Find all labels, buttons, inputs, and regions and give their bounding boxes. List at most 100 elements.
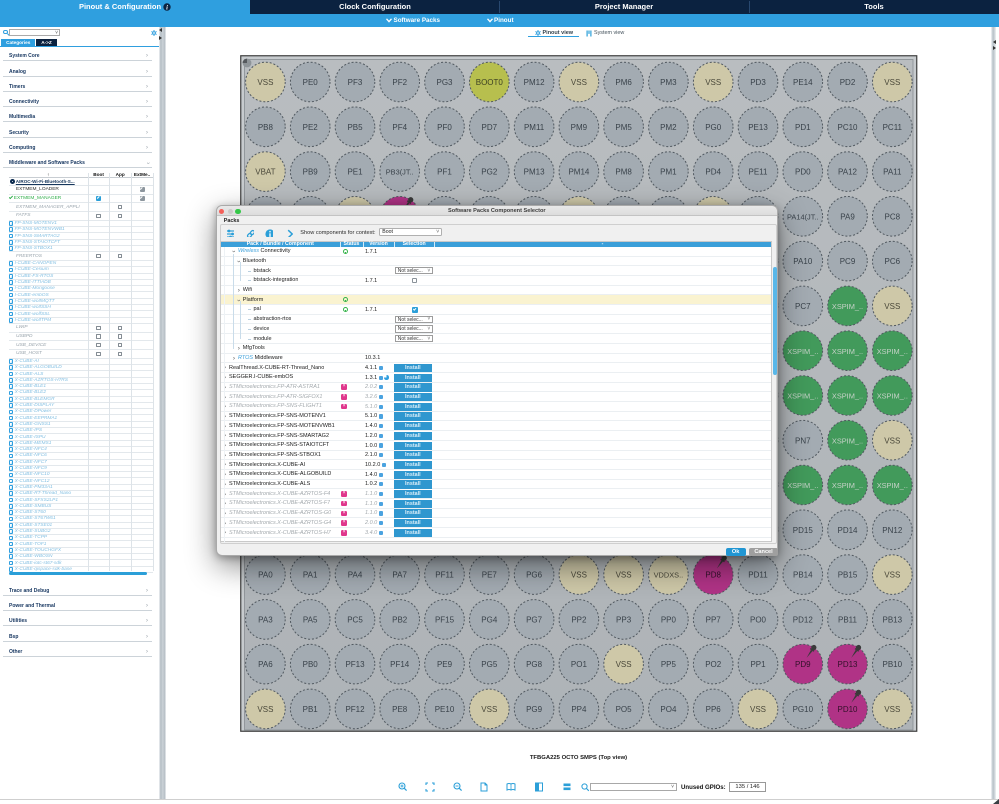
- svg-text:PE14: PE14: [793, 78, 813, 87]
- svg-text:XSPIM_..: XSPIM_..: [832, 392, 863, 401]
- svg-text:PP0: PP0: [661, 616, 677, 625]
- svg-text:XSPIM_..: XSPIM_..: [787, 347, 818, 356]
- svg-text:PF1: PF1: [437, 168, 452, 177]
- svg-text:XSPIM_..: XSPIM_..: [832, 436, 863, 445]
- svg-text:XSPIM_..: XSPIM_..: [787, 392, 818, 401]
- svg-text:PC7: PC7: [795, 302, 811, 311]
- svg-text:PA0: PA0: [258, 571, 273, 580]
- svg-text:PM3: PM3: [660, 78, 677, 87]
- svg-text:PG5: PG5: [481, 660, 498, 669]
- svg-text:PB11: PB11: [838, 616, 858, 625]
- svg-text:PP5: PP5: [661, 660, 677, 669]
- svg-text:PD8: PD8: [705, 571, 721, 580]
- svg-text:VSS: VSS: [884, 571, 900, 580]
- svg-text:PA10: PA10: [793, 257, 813, 266]
- svg-text:PO4: PO4: [660, 705, 677, 714]
- svg-text:PC10: PC10: [837, 123, 858, 132]
- svg-text:PA1: PA1: [303, 571, 318, 580]
- svg-text:PG4: PG4: [481, 616, 498, 625]
- svg-text:PD12: PD12: [793, 616, 814, 625]
- svg-text:PM14: PM14: [568, 168, 589, 177]
- svg-text:PC11: PC11: [883, 123, 903, 132]
- svg-text:PB1: PB1: [303, 705, 319, 714]
- svg-text:PF11: PF11: [435, 571, 454, 580]
- svg-text:PG3: PG3: [436, 78, 453, 87]
- svg-text:PA12: PA12: [838, 168, 858, 177]
- svg-text:PF2: PF2: [392, 78, 407, 87]
- svg-text:VSS: VSS: [257, 78, 273, 87]
- svg-text:PG9: PG9: [526, 705, 543, 714]
- svg-text:PA3: PA3: [258, 616, 273, 625]
- svg-text:PA9: PA9: [840, 212, 855, 221]
- svg-text:PE11: PE11: [749, 168, 769, 177]
- svg-text:PN7: PN7: [795, 436, 811, 445]
- svg-text:PB2: PB2: [392, 616, 408, 625]
- svg-text:PA14(JT..: PA14(JT..: [787, 212, 819, 221]
- svg-text:VSS: VSS: [705, 78, 721, 87]
- svg-text:XSPIM_..: XSPIM_..: [832, 481, 863, 490]
- svg-text:PD4: PD4: [705, 168, 721, 177]
- svg-text:VSS: VSS: [884, 78, 900, 87]
- svg-text:PB13: PB13: [883, 616, 903, 625]
- svg-text:PD2: PD2: [840, 78, 856, 87]
- svg-text:VSS: VSS: [884, 705, 900, 714]
- svg-text:PA5: PA5: [303, 616, 318, 625]
- svg-text:PB8: PB8: [258, 123, 274, 132]
- svg-text:PG6: PG6: [526, 571, 543, 580]
- svg-text:PD7: PD7: [482, 123, 498, 132]
- svg-text:VSS: VSS: [884, 302, 900, 311]
- svg-text:PD10: PD10: [837, 705, 858, 714]
- svg-text:PP6: PP6: [706, 705, 722, 714]
- svg-text:VSS: VSS: [616, 571, 632, 580]
- svg-text:PO1: PO1: [571, 660, 588, 669]
- svg-text:PE13: PE13: [748, 123, 768, 132]
- svg-text:PF3: PF3: [348, 78, 363, 87]
- svg-text:PF14: PF14: [390, 660, 410, 669]
- svg-text:PC9: PC9: [840, 257, 856, 266]
- svg-text:PF12: PF12: [345, 705, 365, 714]
- svg-text:PB3(JT..: PB3(JT..: [386, 168, 414, 177]
- svg-text:PP3: PP3: [616, 616, 632, 625]
- svg-text:XSPIM_..: XSPIM_..: [877, 481, 908, 490]
- svg-text:PC5: PC5: [347, 616, 363, 625]
- svg-text:XSPIM_..: XSPIM_..: [877, 347, 908, 356]
- svg-text:PO5: PO5: [616, 705, 633, 714]
- svg-text:VBAT: VBAT: [255, 168, 275, 177]
- svg-text:PG2: PG2: [481, 168, 498, 177]
- svg-text:PM6: PM6: [615, 78, 632, 87]
- svg-text:PO0: PO0: [750, 616, 767, 625]
- svg-text:PF4: PF4: [392, 123, 407, 132]
- svg-text:PB5: PB5: [347, 123, 363, 132]
- svg-text:PM13: PM13: [524, 168, 545, 177]
- svg-text:BOOT0: BOOT0: [476, 78, 504, 87]
- svg-text:PD1: PD1: [795, 123, 811, 132]
- svg-text:VSS: VSS: [481, 705, 497, 714]
- svg-text:PM9: PM9: [571, 123, 588, 132]
- svg-text:PD13: PD13: [837, 660, 858, 669]
- svg-text:PM2: PM2: [660, 123, 677, 132]
- svg-text:PE2: PE2: [303, 123, 319, 132]
- svg-text:PG8: PG8: [526, 660, 543, 669]
- svg-text:PA7: PA7: [392, 571, 407, 580]
- svg-text:PE0: PE0: [303, 78, 319, 87]
- svg-text:PN12: PN12: [882, 526, 903, 535]
- svg-text:PG10: PG10: [793, 705, 814, 714]
- svg-text:PG0: PG0: [705, 123, 722, 132]
- svg-text:VSS: VSS: [257, 705, 273, 714]
- svg-text:VDDXS..: VDDXS..: [654, 571, 684, 580]
- svg-text:PE7: PE7: [482, 571, 498, 580]
- svg-text:PE9: PE9: [437, 660, 453, 669]
- svg-text:PE8: PE8: [392, 705, 408, 714]
- svg-text:PC8: PC8: [885, 212, 901, 221]
- svg-text:PF13: PF13: [345, 660, 365, 669]
- svg-text:VSS: VSS: [750, 705, 766, 714]
- svg-text:PO2: PO2: [705, 660, 722, 669]
- svg-text:PD15: PD15: [793, 526, 814, 535]
- svg-text:PP4: PP4: [571, 705, 587, 714]
- svg-text:PD14: PD14: [837, 526, 858, 535]
- svg-text:PD9: PD9: [795, 660, 811, 669]
- svg-text:PF0: PF0: [437, 123, 452, 132]
- svg-text:PA4: PA4: [348, 571, 363, 580]
- svg-text:PB15: PB15: [838, 571, 858, 580]
- svg-text:VSS: VSS: [571, 78, 587, 87]
